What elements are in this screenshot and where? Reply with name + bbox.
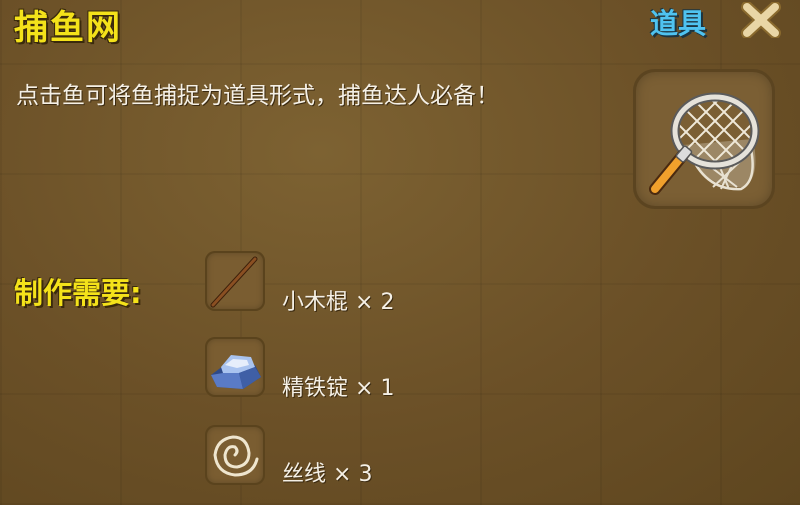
item-preview-slot — [633, 69, 775, 209]
ingredient-qty: × 3 — [333, 462, 373, 487]
ingredient-row: 小木棍 × 2 — [282, 284, 394, 316]
item-title: 捕鱼网 — [14, 8, 122, 48]
close-button[interactable] — [738, 0, 784, 40]
ingredient-name: 精铁锭 — [282, 376, 349, 401]
ingredient-row: 丝线 × 3 — [282, 456, 372, 488]
ingredient-qty: × 2 — [355, 290, 395, 315]
close-icon — [741, 2, 781, 38]
item-category: 道具 — [650, 7, 707, 40]
wooden-stick-icon — [210, 256, 258, 308]
fishing-net-icon — [649, 92, 760, 195]
ingredient-name: 丝线 — [282, 462, 327, 487]
silk-thread-icon — [213, 435, 259, 477]
ingredient-row: 精铁锭 × 1 — [282, 370, 394, 402]
ingredient-qty: × 1 — [355, 376, 395, 401]
item-description: 点击鱼可将鱼捕捉为道具形式，捕鱼达人必备！ — [16, 83, 499, 109]
recipe-label: 制作需要: — [14, 276, 142, 310]
iron-ingot-icon — [211, 355, 261, 389]
ingredient-slot — [205, 425, 265, 485]
ingredient-slot — [205, 251, 265, 311]
item-detail-panel: 捕鱼网 道具 点击鱼可将鱼捕捉为道具形式，捕鱼达人必备！ 制作需要: 小木棍 ×… — [0, 0, 800, 505]
ingredient-slot — [205, 337, 265, 397]
ingredient-name: 小木棍 — [282, 290, 349, 315]
